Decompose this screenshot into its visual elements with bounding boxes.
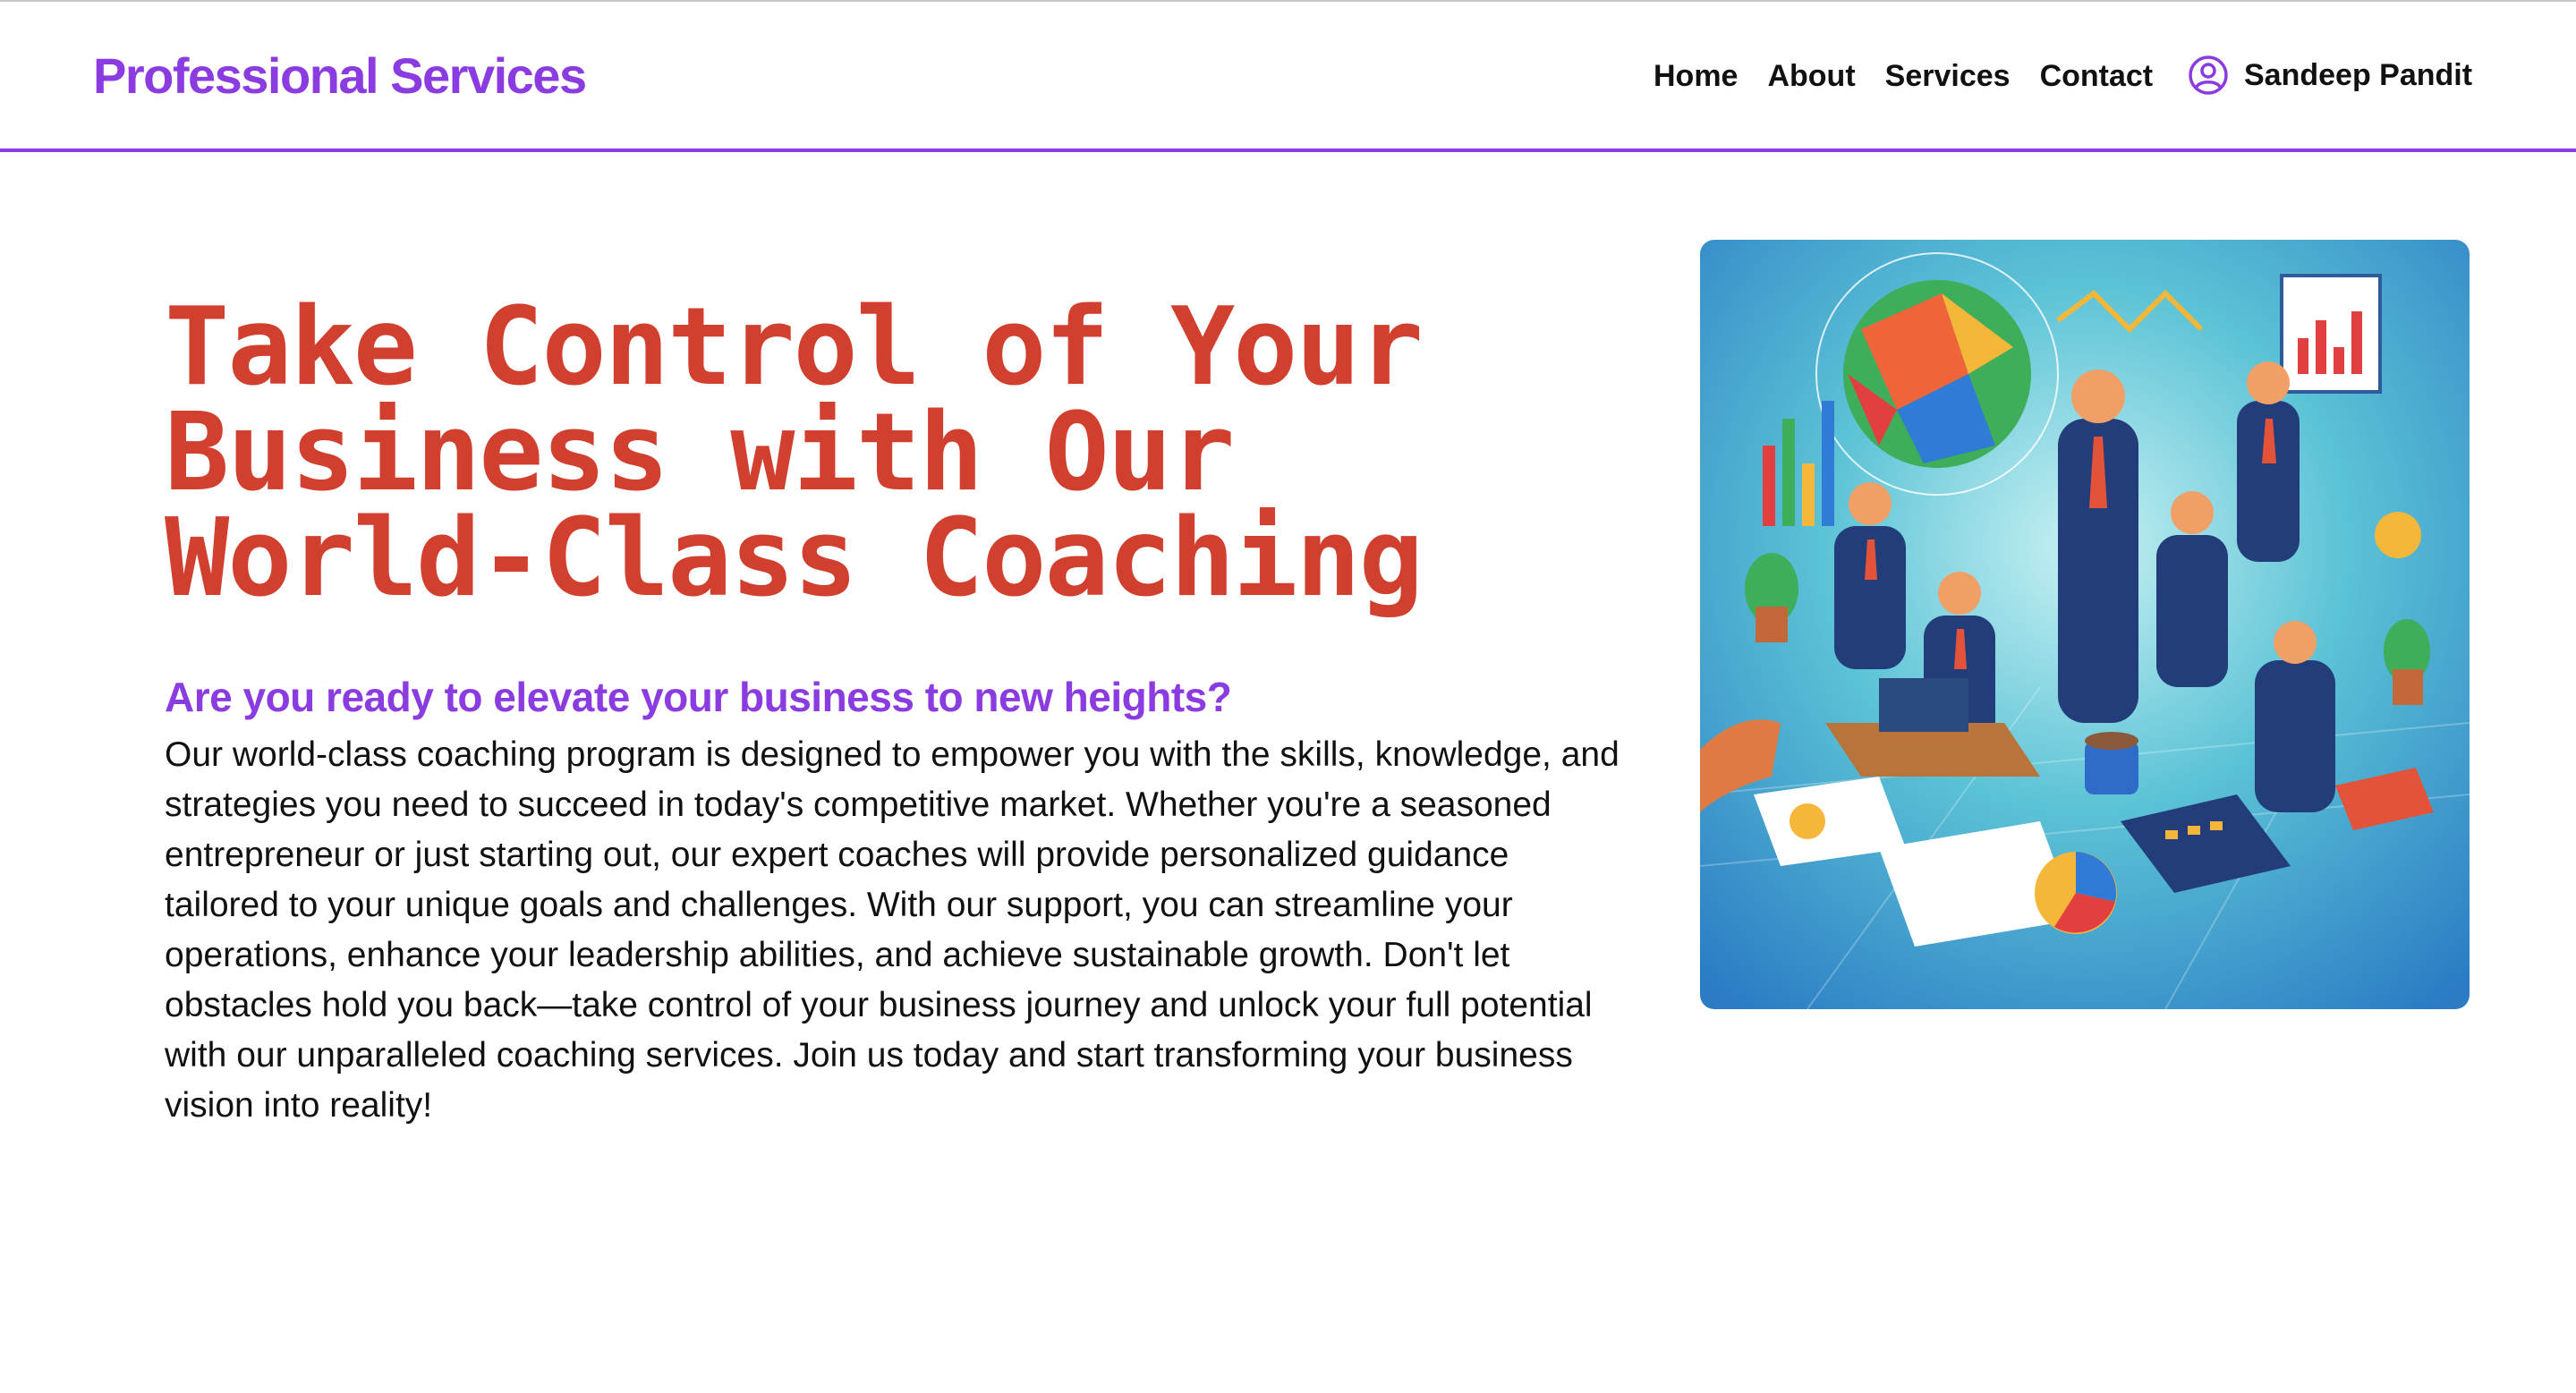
brand-logo[interactable]: Professional Services [93, 47, 587, 105]
user-name: Sandeep Pandit [2244, 57, 2473, 92]
hero-title: Take Control of Your Business with Our W… [165, 285, 1424, 621]
nav-home-link[interactable]: Home [1654, 59, 1738, 94]
site-header: Professional Services Home About Service… [0, 2, 2576, 152]
nav-contact-link[interactable]: Contact [2040, 59, 2154, 94]
nav-services-link[interactable]: Services [1885, 59, 2011, 94]
user-circle-icon [2189, 55, 2228, 95]
hero-illustration [1700, 240, 2470, 1009]
user-menu[interactable]: Sandeep Pandit [2187, 54, 2472, 97]
main-nav: Home About Services Contact [1654, 59, 2153, 94]
hero-description: Our world-class coaching program is desi… [165, 735, 1620, 1125]
hero-subtitle: Are you ready to elevate your business t… [165, 674, 1232, 720]
nav-about-link[interactable]: About [1767, 59, 1855, 94]
